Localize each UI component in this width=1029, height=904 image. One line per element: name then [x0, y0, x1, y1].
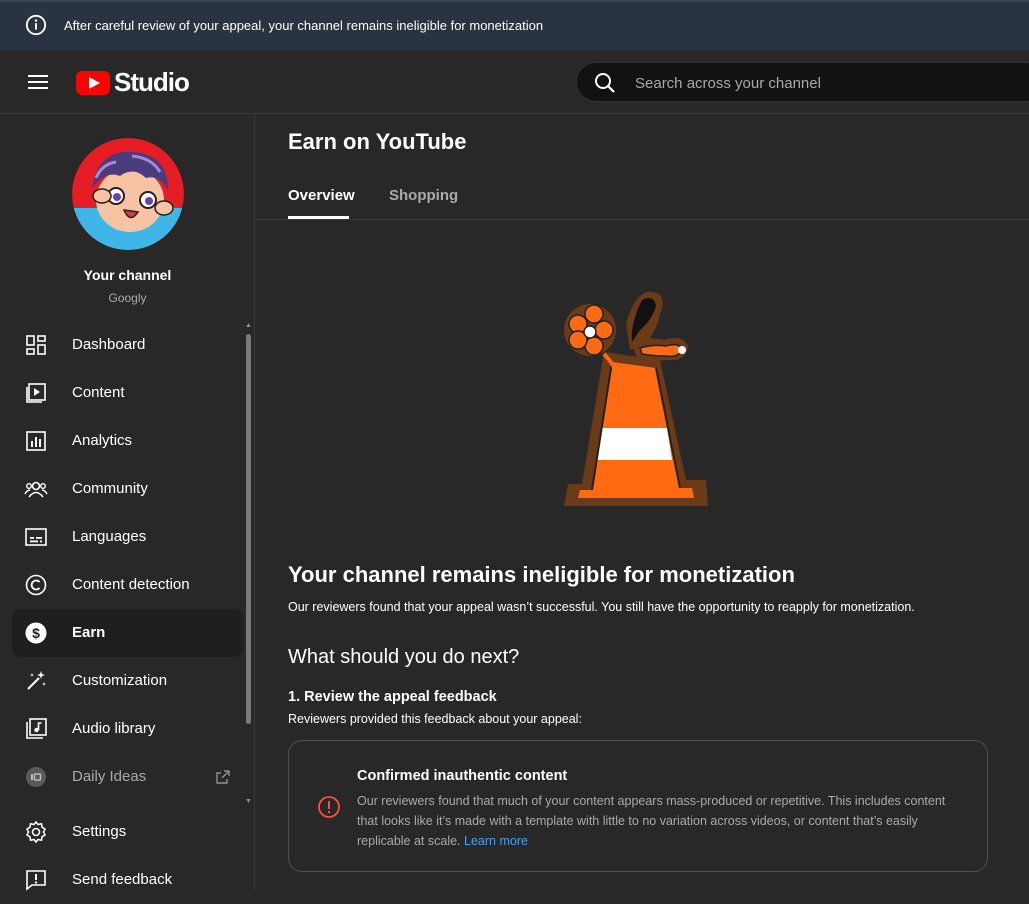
feedback-body: Our reviewers found that much of your co… [357, 791, 967, 851]
sidebar-item-customization[interactable]: Customization [12, 657, 243, 705]
notification-banner: After careful review of your appeal, you… [0, 0, 1029, 50]
feedback-text: Our reviewers found that much of your co… [357, 794, 946, 848]
sidebar-item-label: Daily Ideas [72, 768, 147, 785]
top-bar: Studio [0, 50, 1029, 114]
gear-icon [26, 820, 46, 844]
channel-name: Your channel [83, 267, 172, 283]
studio-logo[interactable]: Studio [76, 67, 190, 98]
youtube-logo-icon [76, 70, 110, 95]
error-icon [318, 796, 340, 818]
page-title: Earn on YouTube [288, 129, 467, 154]
search-icon [595, 73, 615, 93]
sidebar-item-languages[interactable]: Languages [12, 513, 243, 561]
dashboard-icon [26, 335, 46, 355]
community-icon [24, 481, 48, 498]
sidebar-item-label: Send feedback [72, 871, 173, 888]
search-bar[interactable] [576, 62, 1029, 103]
sidebar-item-settings[interactable]: Settings [12, 808, 243, 856]
analytics-icon [26, 431, 46, 451]
feedback-title: Confirmed inauthentic content [357, 768, 568, 784]
daily-ideas-icon [26, 767, 46, 787]
sidebar-item-dashboard[interactable]: Dashboard [12, 321, 243, 369]
sidebar-item-earn[interactable]: $ Earn [12, 609, 243, 657]
channel-handle: Googly [108, 291, 147, 305]
step-title: 1. Review the appeal feedback [288, 689, 497, 705]
scroll-up-arrow[interactable]: ▲ [245, 322, 252, 329]
status-heading: Your channel remains ineligible for mone… [288, 562, 795, 587]
sidebar-item-send-feedback[interactable]: Send feedback [12, 856, 243, 904]
menu-button[interactable] [22, 66, 54, 98]
sidebar-item-label: Community [72, 480, 148, 497]
feedback-card: Confirmed inauthentic content Our review… [288, 740, 988, 872]
learn-more-link[interactable]: Learn more [464, 834, 528, 848]
search-input[interactable] [633, 63, 1017, 103]
tab-shopping[interactable]: Shopping [389, 187, 458, 204]
feedback-icon [26, 870, 46, 891]
sidebar-item-label: Content [72, 384, 125, 401]
svg-text:$: $ [32, 625, 40, 641]
audio-library-icon [26, 718, 47, 739]
copyright-icon [25, 574, 47, 596]
magic-wand-icon [27, 671, 46, 690]
sidebar: Your channel Googly Dashboard Content An… [0, 114, 255, 891]
sidebar-item-label: Content detection [72, 576, 190, 593]
status-description: Our reviewers found that your appeal was… [288, 600, 915, 614]
sidebar-item-audio-library[interactable]: Audio library [12, 705, 243, 753]
languages-icon [25, 528, 47, 546]
sidebar-item-label: Settings [72, 823, 127, 840]
sidebar-item-content-detection[interactable]: Content detection [12, 561, 243, 609]
external-link-icon [216, 770, 230, 784]
avatar-image [72, 138, 184, 250]
banner-text: After careful review of your appeal, you… [64, 18, 544, 33]
sidebar-scrollbar[interactable] [246, 334, 251, 724]
channel-avatar[interactable] [72, 138, 184, 250]
sidebar-item-label: Dashboard [72, 336, 146, 353]
logo-text: Studio [114, 67, 190, 97]
sidebar-item-label: Languages [72, 528, 147, 545]
info-icon [25, 14, 47, 36]
tabs-divider [256, 219, 1029, 220]
sidebar-item-analytics[interactable]: Analytics [12, 417, 243, 465]
content-icon [26, 383, 46, 403]
main-content: Earn on YouTube Overview Shopping Your c… [256, 114, 1029, 890]
sidebar-item-content[interactable]: Content [12, 369, 243, 417]
hamburger-icon [28, 75, 48, 89]
step-subtitle: Reviewers provided this feedback about y… [288, 712, 582, 726]
dollar-icon: $ [25, 622, 47, 644]
traffic-cone-illustration [564, 291, 708, 506]
sidebar-item-label: Customization [72, 672, 168, 689]
tab-overview[interactable]: Overview [288, 187, 355, 204]
next-steps-heading: What should you do next? [288, 646, 520, 668]
sidebar-item-label: Earn [72, 624, 106, 641]
sidebar-item-label: Analytics [72, 432, 133, 449]
scroll-down-arrow[interactable]: ▼ [245, 798, 252, 805]
sidebar-item-daily-ideas[interactable]: Daily Ideas [12, 753, 243, 801]
sidebar-item-community[interactable]: Community [12, 465, 243, 513]
sidebar-item-label: Audio library [72, 720, 156, 737]
